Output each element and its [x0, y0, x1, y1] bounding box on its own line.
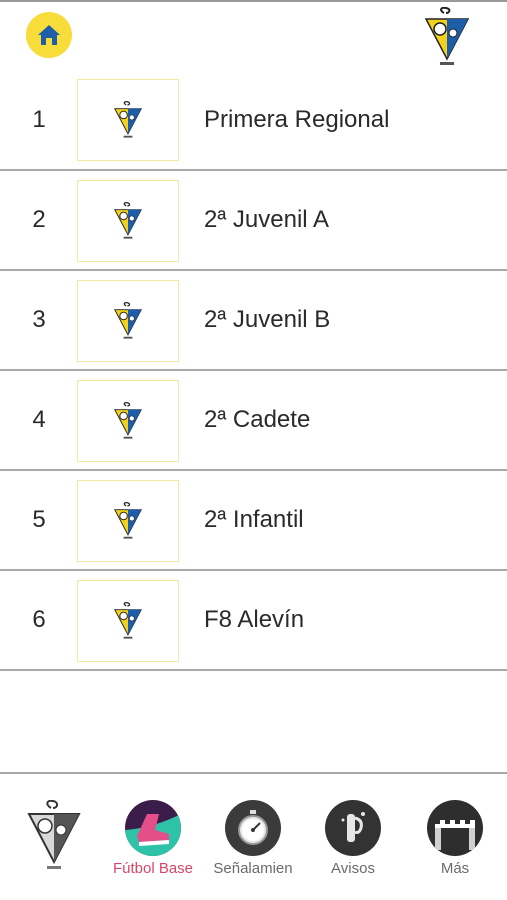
team-logo — [77, 280, 179, 362]
team-number: 4 — [32, 406, 46, 433]
home-icon — [38, 25, 60, 45]
team-number: 5 — [32, 506, 46, 533]
team-name: 2ª Cadete — [204, 406, 311, 433]
club-crest-icon — [424, 7, 470, 65]
team-logo — [77, 480, 179, 562]
team-logo — [77, 79, 179, 161]
tab-senalamientos[interactable]: Señalamien — [203, 800, 303, 900]
team-number: 3 — [32, 306, 46, 333]
team-logo — [77, 380, 179, 462]
tab-club[interactable] — [4, 800, 104, 900]
team-list: 1 Primera Regional 2 2ª Juvenil A 3 2ª J… — [0, 70, 507, 671]
team-row[interactable]: 2 2ª Juvenil A — [0, 171, 507, 271]
tab-bar: Fútbol Base Señalamien Avisos Más — [0, 774, 507, 900]
team-row[interactable]: 4 2ª Cadete — [0, 371, 507, 471]
team-name: 2ª Juvenil A — [204, 206, 329, 233]
tab-avisos[interactable]: Avisos — [303, 800, 403, 900]
team-logo — [77, 580, 179, 662]
notice-icon — [325, 800, 381, 856]
header — [0, 2, 507, 70]
team-number: 2 — [32, 206, 46, 233]
club-crest-icon — [113, 601, 143, 639]
tab-avisos-label: Avisos — [331, 860, 375, 877]
team-name: 2ª Juvenil B — [204, 306, 331, 333]
team-row[interactable]: 1 Primera Regional — [0, 70, 507, 171]
tab-mas-label: Más — [440, 860, 470, 877]
home-button[interactable] — [26, 12, 72, 58]
team-number: 6 — [32, 606, 46, 633]
club-crest-icon — [113, 100, 143, 138]
club-crest-icon — [113, 201, 143, 239]
tab-futbol-base-label: Fútbol Base — [112, 860, 194, 877]
team-number: 1 — [32, 105, 46, 133]
club-crest-icon — [113, 501, 143, 539]
team-name: 2ª Infantil — [204, 506, 304, 533]
club-crest-icon — [113, 301, 143, 339]
team-logo — [77, 180, 179, 262]
team-name: Primera Regional — [204, 105, 390, 133]
stopwatch-icon — [225, 800, 281, 856]
tab-senalamientos-label: Señalamien — [213, 860, 293, 877]
tab-mas[interactable]: Más — [405, 800, 505, 900]
tab-futbol-base[interactable]: Fútbol Base — [103, 800, 203, 900]
team-row[interactable]: 6 F8 Alevín — [0, 571, 507, 671]
club-crest-icon — [27, 800, 81, 869]
team-row[interactable]: 5 2ª Infantil — [0, 471, 507, 571]
football-boot-icon — [125, 800, 181, 856]
team-row[interactable]: 3 2ª Juvenil B — [0, 271, 507, 371]
team-name: F8 Alevín — [204, 606, 305, 633]
club-crest-icon — [113, 401, 143, 439]
more-grid-icon — [427, 800, 483, 856]
